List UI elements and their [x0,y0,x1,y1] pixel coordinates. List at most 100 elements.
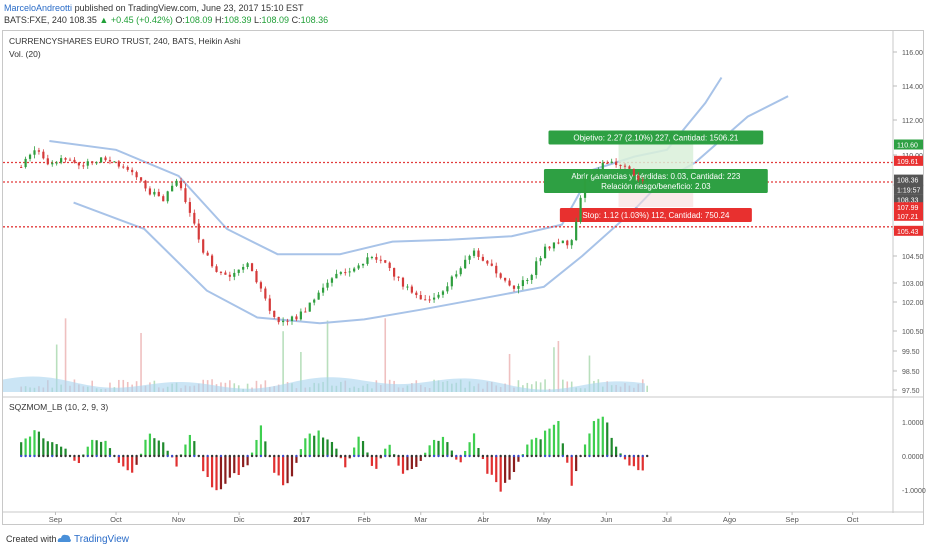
candle-body [255,271,258,283]
axes: 116.00114.00112.00110.00108.00106.00104.… [3,31,926,524]
squeeze-dot [281,454,285,458]
momentum-bar [406,456,409,471]
squeeze-dot [446,454,449,458]
price-tick-label: 99.50 [902,349,920,356]
candle-body [499,273,502,278]
candle-body [464,259,467,269]
squeeze-dot [308,454,311,458]
candle-body [468,255,471,260]
candle-body [215,266,218,272]
candle-body [148,188,152,195]
candle-body [237,269,240,273]
open-pl-label-text: Abrir ganancias y pérdidas: 0.03, Cantid… [571,172,741,181]
momentum-bar [286,456,289,484]
momentum-bar [415,456,418,467]
momentum-bar [583,444,587,456]
momentum-bar [441,436,445,456]
momentum-bar [477,447,480,456]
price-tag-label: 110.60 [897,143,918,150]
volume-ma-area [3,376,645,392]
momentum-bar [277,456,280,476]
momentum-bar [552,424,556,456]
momentum-bar [535,437,538,456]
squeeze-dot [348,454,351,458]
candle-body [548,246,551,249]
squeeze-dot [73,454,76,458]
momentum-bar [148,433,152,456]
candle-body [295,316,298,320]
momentum-bar [495,456,498,483]
volume-bar [384,318,387,392]
candle-body [370,257,374,259]
candle-body [60,158,63,163]
time-tick-label: Oct [110,515,123,524]
candle-body [184,188,187,203]
momentum-bar [304,438,307,456]
candle-body [597,169,600,173]
time-tick-label: Ago [723,515,736,524]
candle-body [219,271,223,273]
momentum-bar [86,446,89,456]
position-tool[interactable]: Objetivo: 2.27 (2.10%) 227, Cantidad: 15… [543,130,768,223]
squeeze-dot [597,454,600,458]
candle-body [557,242,560,244]
chart-canvas[interactable]: Objetivo: 2.27 (2.10%) 227, Cantidad: 15… [0,0,932,550]
target-label-text: Objetivo: 2.27 (2.10%) 227, Cantidad: 15… [573,134,739,143]
momentum-bar [344,456,347,468]
candle-body [86,161,89,166]
price-tick-label: 116.00 [902,50,923,57]
candle-body [592,172,596,176]
time-tick-label: 2017 [293,515,310,524]
candle-body [273,310,276,317]
momentum-bar [321,437,325,456]
squeeze-dot [375,454,378,458]
candle-body [68,159,72,161]
osc-tick-label: -1.0000 [902,488,926,495]
squeeze-dot [264,454,267,458]
momentum-bar [99,441,103,456]
momentum-bar [184,444,187,456]
squeeze-dot [228,454,232,458]
momentum-bar [610,437,613,456]
squeeze-dot [397,454,400,458]
momentum-bar [601,416,604,456]
candle-body [588,175,591,179]
squeeze-dot [162,454,165,458]
momentum-bar [543,430,547,456]
tradingview-brand-link[interactable]: TradingView [74,534,129,545]
squeeze-dot [415,454,418,458]
time-tick-label: Jul [662,515,672,524]
candle-body [104,157,107,161]
candle-body [521,280,524,286]
squeeze-dot [166,454,169,458]
candle-body [583,178,587,198]
candle-body [282,320,285,323]
momentum-bar [20,442,23,456]
squeeze-dot [468,454,471,458]
open-pl-label-text: Relación riesgo/beneficio: 2.03 [601,182,711,191]
squeeze-dot [326,454,329,458]
squeeze-dot [286,454,289,458]
price-tag-label: 1:19:57 [897,187,920,194]
squeeze-dot [512,454,516,458]
momentum-bar [606,422,609,456]
squeeze-dot [366,454,369,458]
volume-bar [553,347,555,392]
momentum-bar [175,456,178,467]
candle-body [268,298,271,311]
price-tick-label: 100.50 [902,329,924,336]
squeeze-dot [290,454,294,458]
squeeze-dot [428,454,431,458]
candle-body [632,168,635,176]
momentum-bar [361,441,365,456]
momentum-bar [641,456,644,471]
squeeze-dot [641,454,644,458]
momentum-bar [24,438,27,456]
squeeze-dot [113,454,116,458]
momentum-bar [95,440,98,456]
time-tick-label: Abr [477,515,489,524]
squeeze-dot [459,454,462,458]
candle-body [486,260,489,264]
price-tag-label: 105.43 [897,229,919,236]
momentum-bar [490,456,493,475]
